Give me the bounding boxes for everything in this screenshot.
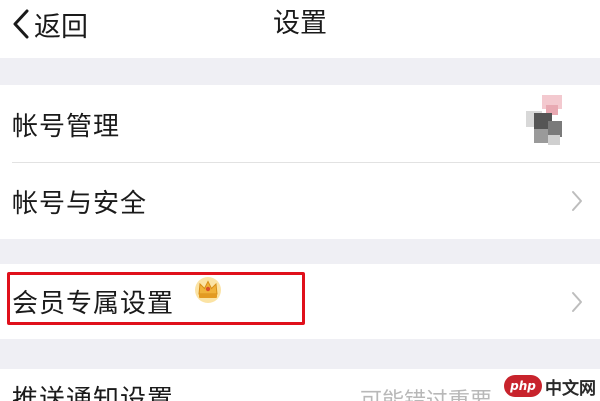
group-separator <box>0 339 600 369</box>
chevron-right-icon <box>570 290 584 314</box>
account-management-label: 帐号管理 <box>12 111 121 142</box>
group-separator <box>0 239 600 264</box>
chevron-right-icon <box>570 189 584 213</box>
member-settings-row[interactable]: 会员专属设置 <box>0 264 600 339</box>
navigation-bar: 返回 设置 <box>0 0 600 58</box>
watermark-logo: php <box>504 375 542 397</box>
watermark-text: 中文网 <box>545 378 596 399</box>
push-settings-label: 推送通知设置 <box>12 385 175 401</box>
account-security-label: 帐号与安全 <box>12 188 148 219</box>
account-security-row[interactable]: 帐号与安全 <box>0 163 600 239</box>
account-management-row[interactable]: 帐号管理 <box>0 85 600 163</box>
page-title: 设置 <box>273 8 327 39</box>
avatar <box>512 91 568 147</box>
group-separator <box>0 58 600 85</box>
watermark: php 中文网 <box>504 373 596 399</box>
member-settings-label: 会员专属设置 <box>12 289 175 319</box>
crown-icon <box>193 274 223 304</box>
push-settings-hint: 可能错过重要... <box>360 383 513 401</box>
